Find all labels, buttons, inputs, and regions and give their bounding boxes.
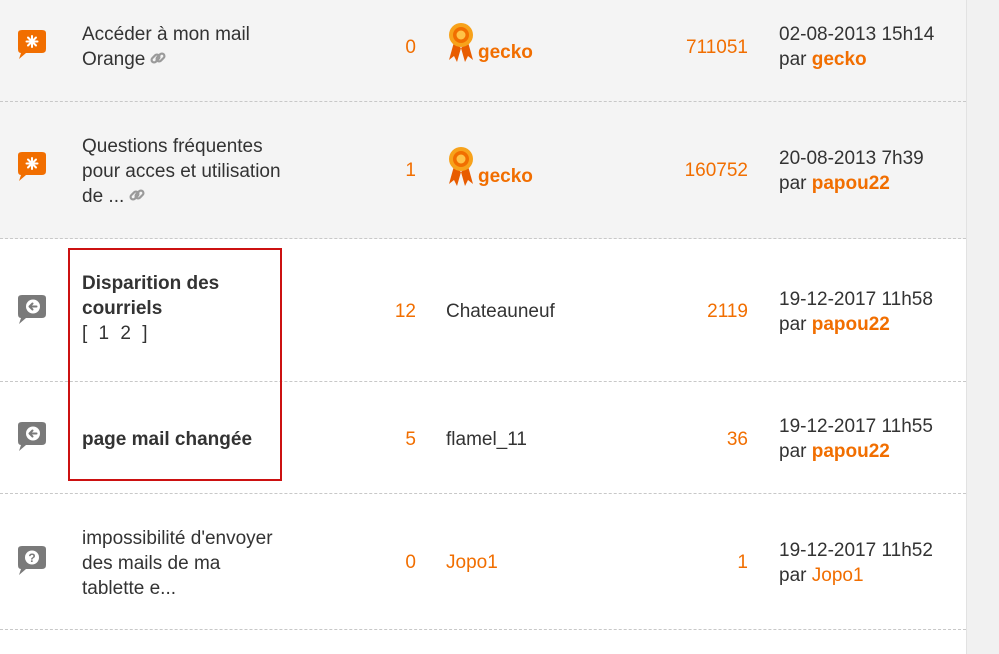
last-post-date: 20-08-2013 7h39 [779,148,924,169]
last-post-author-link[interactable]: Jopo1 [812,565,864,586]
last-post-author-link[interactable]: papou22 [812,173,890,194]
topic-title-link[interactable]: Disparition des courriels [ 1 2 ] [82,271,312,346]
topic-title-line: Questions fréquentes [82,136,263,157]
link-icon [149,49,167,67]
topic-list: Accéder à mon mail Orange 0 gecko 711051… [0,0,966,630]
last-post-date: 02-08-2013 15h14 [779,24,935,45]
grey-question-bubble-icon: ? [14,546,50,576]
last-post: 19-12-2017 11h58 par papou22 [779,287,933,337]
reply-count: 0 [405,37,416,58]
topic-title-line: de ... [82,186,125,207]
topic-title-link[interactable]: page mail changée [82,427,312,452]
orange-star-bubble-icon [14,30,50,60]
medal-icon [446,146,476,188]
topic-title-line: courriels [82,298,163,319]
last-post-prefix: par [779,565,807,586]
last-post: 19-12-2017 11h52 par Jopo1 [779,538,933,588]
scrollbar[interactable] [966,0,999,654]
topic-title-link[interactable]: Accéder à mon mail Orange [82,22,312,72]
topic-row: Questions fréquentes pour acces et utili… [0,102,966,239]
last-post-date: 19-12-2017 11h55 [779,416,933,437]
last-post-prefix: par [779,173,807,194]
topic-title-line: page mail changée [82,429,253,450]
author-link[interactable]: gecko [446,146,533,188]
author-link[interactable]: Jopo1 [446,552,498,574]
last-post-author-link[interactable]: papou22 [812,314,890,335]
view-count: 36 [726,429,748,450]
view-count: 160752 [684,160,748,181]
topic-title-line: tablette e... [82,578,177,599]
last-post-date: 19-12-2017 11h52 [779,540,933,561]
author-name: gecko [478,42,533,63]
topic-title-link[interactable]: impossibilité d'envoyer des mails de ma … [82,526,312,601]
topic-title-line: pour acces et utilisation [82,161,281,182]
topic-title-line: Accéder à mon mail [82,24,250,45]
last-post: 19-12-2017 11h55 par papou22 [779,414,933,464]
svg-text:?: ? [28,551,35,565]
topic-title-line: Orange [82,49,146,70]
pagination-links[interactable]: [ 1 2 ] [82,321,312,346]
last-post-date: 19-12-2017 11h58 [779,289,933,310]
view-count: 2119 [707,301,748,322]
topic-row: Accéder à mon mail Orange 0 gecko 711051… [0,0,966,102]
author-link[interactable]: gecko [446,22,533,64]
author-name: gecko [478,166,533,187]
last-post-prefix: par [779,441,807,462]
last-post-prefix: par [779,49,807,70]
last-post: 20-08-2013 7h39 par papou22 [779,146,924,196]
topic-title-link[interactable]: Questions fréquentes pour acces et utili… [82,134,312,209]
topic-row: page mail changée 5 flamel_11 36 19-12-2… [0,382,966,494]
last-post-prefix: par [779,314,807,335]
last-post: 02-08-2013 15h14 par gecko [779,22,934,72]
grey-arrow-bubble-icon [14,295,50,325]
last-post-author-link[interactable]: papou22 [812,441,890,462]
topic-row: Disparition des courriels [ 1 2 ] 12 Cha… [0,239,966,382]
topic-title-line: des mails de ma [82,553,221,574]
reply-count: 5 [405,429,416,450]
medal-icon [446,22,476,64]
topic-title-line: impossibilité d'envoyer [82,528,273,549]
topic-title-line: Disparition des [82,273,220,294]
orange-star-bubble-icon [14,152,50,182]
reply-count: 0 [405,552,416,573]
view-count: 711051 [686,37,748,58]
author-name: flamel_11 [446,429,527,450]
reply-count: 1 [405,160,416,181]
grey-arrow-bubble-icon [14,422,50,452]
view-count: 1 [737,552,748,573]
link-icon [128,186,146,204]
reply-count: 12 [394,301,416,322]
author-name: Chateauneuf [446,301,555,322]
topic-row: ? impossibilité d'envoyer des mails de m… [0,494,966,630]
last-post-author-link[interactable]: gecko [812,49,867,70]
